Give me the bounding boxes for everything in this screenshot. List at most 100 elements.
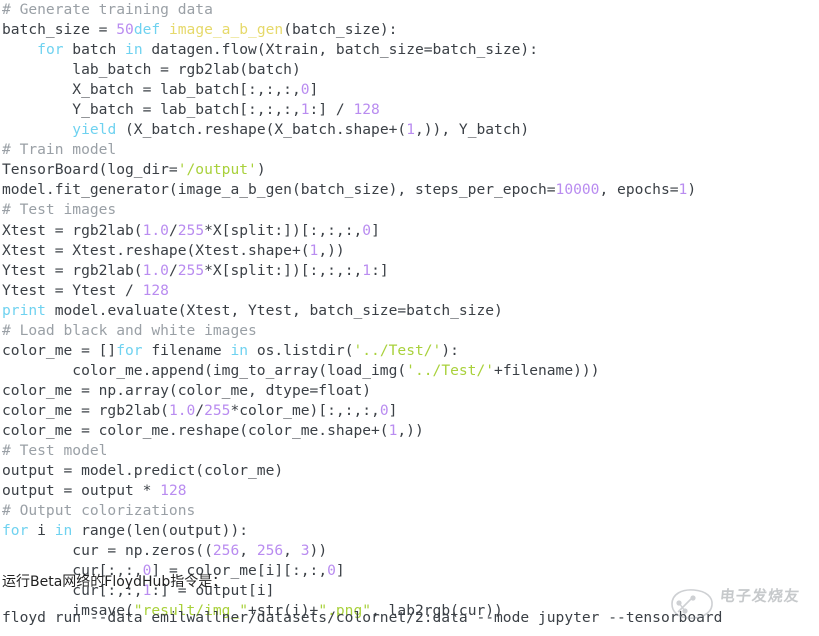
code-token: 128 [353,101,380,119]
code-line: color_me = color_me.reshape(color_me.sha… [0,421,819,441]
code-token: , [283,542,301,560]
code-token: '../Test/' [406,361,495,379]
code-token: / [168,261,178,279]
code-token: Y_batch = lab_batch[:,:,:, [2,101,301,119]
code-token: for [116,341,143,359]
code-token: )) [309,542,328,560]
code-token: +filename))) [494,361,600,379]
code-line: batch_size = 50def image_a_b_gen(batch_s… [0,20,819,40]
code-token: 256 [256,542,284,560]
code-token: *X[split:])[:,:,:, [204,221,363,239]
code-token: ] [309,81,319,99]
code-token: # Load black and white images [2,321,257,339]
code-token: :] [371,261,389,279]
code-token: def [133,21,169,39]
code-token: 0 [327,562,336,580]
code-token: 50 [116,21,134,39]
code-token: / [195,401,205,419]
code-token: 128 [142,281,169,299]
code-line: Xtest = Xtest.reshape(Xtest.shape+(1,)) [0,241,819,261]
code-token: os.listdir( [248,341,354,359]
code-line: print model.evaluate(Xtest, Ytest, batch… [0,301,819,321]
code-token: ] [371,221,380,239]
code-token: cur = np.zeros(( [2,542,213,560]
code-token: , epochs= [599,181,679,199]
code-line: yield (X_batch.reshape(X_batch.shape+(1,… [0,120,819,140]
code-token: 0 [300,81,310,99]
code-token: for [37,41,64,59]
code-token: filename [142,341,231,359]
code-token: *X[split:])[:,:,:, [204,261,363,279]
code-token: , [239,542,257,560]
caption-text: 运行Beta网络的FloydHub指令是： [2,574,227,590]
code-token: datagen.flow(Xtrain, batch_size=batch_si… [142,41,538,59]
code-token: ,)) [318,241,345,259]
code-token: batch_size = [2,21,117,39]
code-token: 1 [300,101,310,119]
code-line: output = model.predict(color_me) [0,461,819,481]
code-token: 255 [177,221,205,239]
code-token: Ytest = Ytest / [2,281,143,299]
code-line: Ytest = rgb2lab(1.0/255*X[split:])[:,:,:… [0,261,819,281]
code-token: / [168,221,178,239]
code-token: # Test images [2,201,117,219]
code-token: Xtest = Xtest.reshape(Xtest.shape+( [2,241,310,259]
code-line: # Test model [0,441,819,461]
code-line: for batch in datagen.flow(Xtrain, batch_… [0,40,819,60]
code-line: # Output colorizations [0,501,819,521]
code-token: 1 [362,261,372,279]
code-token: 0 [362,221,372,239]
code-token: '/output' [177,161,257,179]
code-line: Ytest = Ytest / 128 [0,281,819,301]
code-line: color_me = rgb2lab(1.0/255*color_me)[:,:… [0,401,819,421]
code-token: TensorBoard(log_dir= [2,161,178,179]
code-token: (batch_size): [283,21,398,39]
code-token: range(len(output)): [72,522,249,540]
code-token: color_me = [] [2,341,117,359]
code-line: cur = np.zeros((256, 256, 3)) [0,541,819,561]
code-token: '../Test/' [353,341,442,359]
code-token: color_me = rgb2lab( [2,401,169,419]
code-token: ): [441,341,459,359]
code-token: print [2,301,46,319]
code-token: ] [335,562,345,580]
code-token: 1 [406,121,415,139]
code-line: TensorBoard(log_dir='/output') [0,160,819,180]
code-token: model.evaluate(Xtest, Ytest, batch_size=… [45,301,503,319]
code-token: 1.0 [168,401,196,419]
code-token: ,)), Y_batch) [414,121,530,139]
code-token: 255 [204,401,231,419]
code-token: 128 [160,482,187,500]
code-token: i [28,522,55,540]
code-line: # Train model [0,140,819,160]
code-line: color_me.append(img_to_array(load_img('.… [0,361,819,381]
code-token: 0 [379,401,389,419]
code-token: :] / [309,101,354,119]
code-line: color_me = []for filename in os.listdir(… [0,341,819,361]
code-line: X_batch = lab_batch[:,:,:,0] [0,80,819,100]
code-token: # Generate training data [2,1,213,18]
code-token: ] [388,401,398,419]
code-line: lab_batch = rgb2lab(batch) [0,60,819,80]
code-token: Ytest = rgb2lab( [2,261,143,279]
code-token: Xtest = rgb2lab( [2,221,143,239]
code-token: *color_me)[:,:,:, [230,401,380,419]
code-token: # Train model [2,141,117,159]
code-token: 10000 [555,181,600,199]
code-token: ) [256,161,266,179]
code-token: # Test model [2,442,108,460]
code-token: image_a_b_gen [168,21,284,39]
code-token: 1.0 [142,261,169,279]
code-line: for i in range(len(output)): [0,521,819,541]
code-token: output = output * [2,482,161,500]
page-root: # Generate training data batch_size = 50d… [0,0,819,636]
code-line: color_me = np.array(color_me, dtype=floa… [0,381,819,401]
code-line: Y_batch = lab_batch[:,:,:,1:] / 128 [0,100,819,120]
code-token: ,)) [397,421,424,439]
code-line: Xtest = rgb2lab(1.0/255*X[split:])[:,:,:… [0,221,819,241]
code-token: color_me = color_me.reshape(color_me.sha… [2,421,389,439]
code-line: output = output * 128 [0,481,819,501]
code-token: 256 [212,542,240,560]
